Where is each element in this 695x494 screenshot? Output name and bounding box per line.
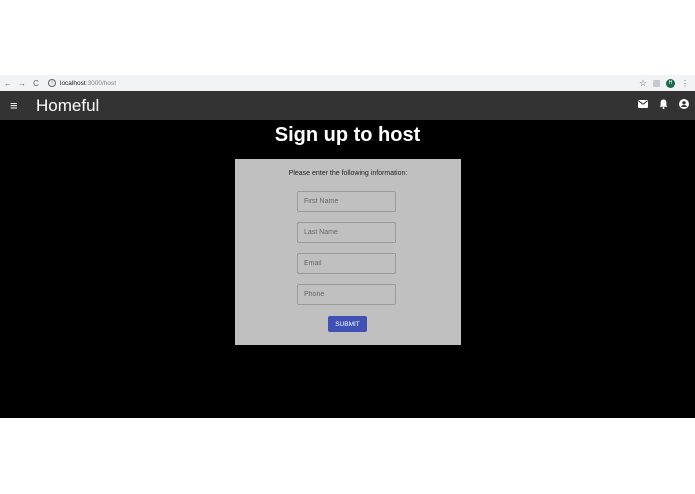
app-title[interactable]: Homeful — [36, 96, 99, 116]
forward-icon[interactable]: → — [16, 79, 28, 88]
account-circle-icon[interactable] — [679, 99, 689, 112]
app-bar: ≡ Homeful — [0, 91, 695, 120]
bookmark-star-icon[interactable]: ☆ — [639, 78, 647, 89]
submit-button[interactable]: SUBMIT — [328, 316, 367, 332]
extension-icon[interactable] — [653, 79, 660, 87]
page-title: Sign up to host — [274, 124, 421, 146]
form-prompt: Please enter the following information: — [288, 170, 408, 177]
url-host: localhost — [60, 79, 86, 87]
last-name-field[interactable] — [297, 222, 396, 243]
first-name-field[interactable] — [297, 191, 396, 212]
back-icon[interactable]: ← — [2, 79, 14, 88]
address-bar[interactable]: i localhost:3000/host — [48, 77, 116, 89]
browser-toolbar: ← → C i localhost:3000/host ☆ H ⋮ — [0, 75, 695, 92]
profile-avatar[interactable]: H — [666, 78, 675, 88]
reload-icon[interactable]: C — [30, 79, 42, 88]
notifications-bell-icon[interactable] — [659, 99, 668, 112]
email-field[interactable] — [297, 253, 396, 274]
browser-menu-icon[interactable]: ⋮ — [681, 79, 689, 88]
info-icon[interactable]: i — [48, 79, 56, 87]
hamburger-menu-icon[interactable]: ≡ — [10, 99, 24, 112]
mail-icon[interactable] — [638, 100, 648, 111]
main-content: Sign up to host Please enter the followi… — [0, 120, 695, 418]
phone-field[interactable] — [297, 284, 396, 305]
host-signup-form: Please enter the following information: … — [235, 159, 461, 345]
url-path: :3000/host — [85, 79, 117, 87]
